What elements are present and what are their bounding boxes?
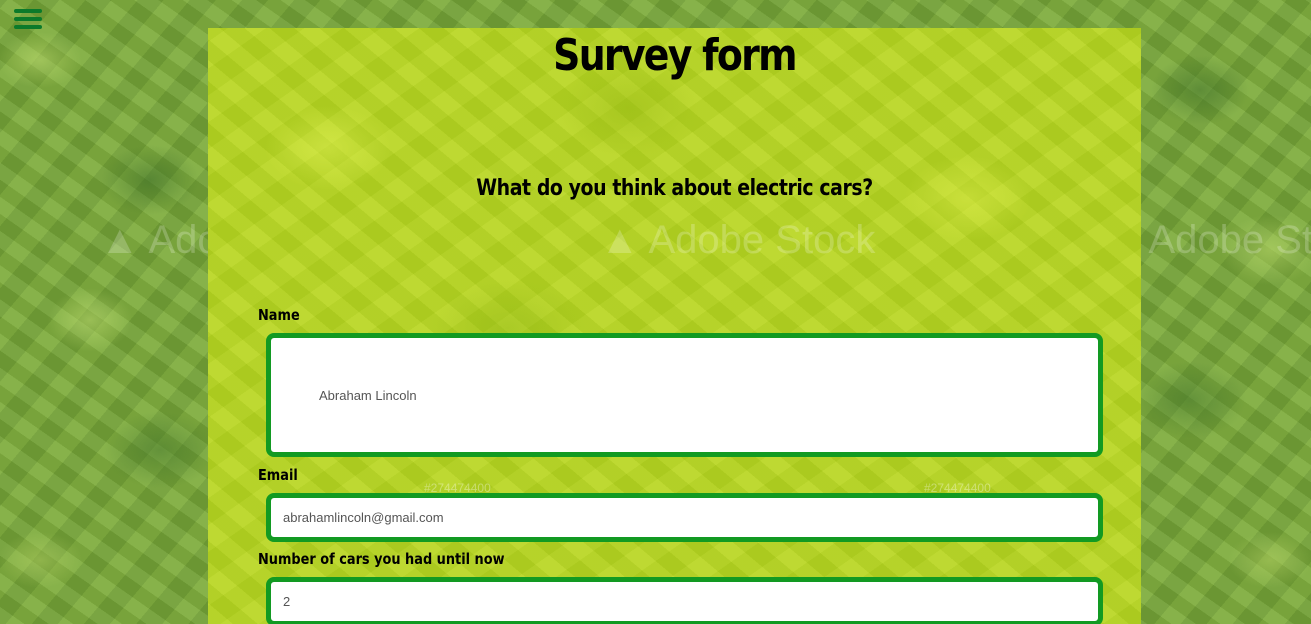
survey-description: What do you think about electric cars? bbox=[476, 176, 873, 201]
watermark-text: Adobe Stock bbox=[648, 218, 876, 262]
cars-count-label: Number of cars you had until now bbox=[258, 550, 505, 568]
email-input[interactable] bbox=[266, 493, 1103, 542]
watermark: ▲ Adobe Stock bbox=[600, 218, 875, 263]
menu-line bbox=[14, 9, 42, 13]
name-input[interactable] bbox=[266, 333, 1103, 457]
name-label: Name bbox=[258, 306, 300, 324]
menu-line bbox=[14, 25, 42, 29]
survey-panel: ▲ Adobe Stock #274474400 #274474400 Surv… bbox=[208, 28, 1141, 624]
page-title: Survey form bbox=[553, 30, 797, 81]
adobe-logo-icon: ▲ bbox=[600, 218, 640, 262]
adobe-logo-icon: ▲ bbox=[100, 218, 140, 262]
menu-line bbox=[14, 17, 42, 21]
watermark-text: Adobe Stock bbox=[1148, 218, 1311, 262]
email-label: Email bbox=[258, 466, 298, 484]
hamburger-menu-icon[interactable] bbox=[14, 9, 42, 33]
cars-count-input[interactable] bbox=[266, 577, 1103, 624]
